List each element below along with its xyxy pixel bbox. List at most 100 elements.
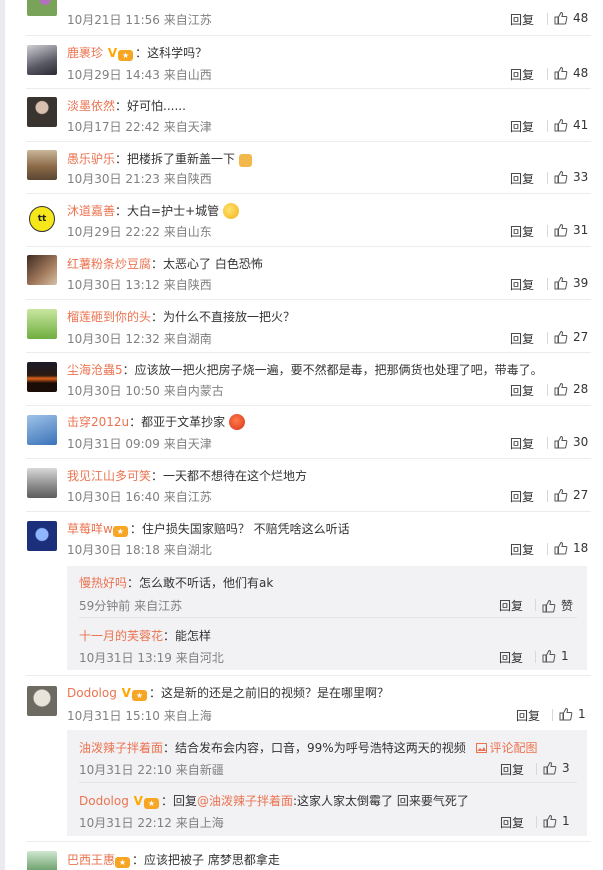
thumbs-up-icon bbox=[554, 435, 568, 449]
vip-icon: ★ bbox=[143, 798, 159, 809]
like-button[interactable]: 27 bbox=[554, 330, 588, 344]
avatar[interactable] bbox=[27, 97, 57, 127]
reply-button[interactable]: 回复 bbox=[510, 541, 534, 558]
username[interactable]: 淡墨依然 bbox=[67, 99, 115, 113]
like-button[interactable]: 3 bbox=[543, 761, 570, 775]
avatar[interactable] bbox=[27, 415, 57, 445]
comment-meta: 10月21日 11:56 来自江苏 bbox=[67, 13, 212, 27]
reply-button[interactable]: 回复 bbox=[510, 66, 534, 83]
comment-text: ：为什么不直接放一把火？ bbox=[151, 310, 296, 324]
comment-text: ：住户损失国家赔吗？ 不赔凭啥这么听话 bbox=[129, 522, 350, 536]
username[interactable]: 尘海沧蟲5 bbox=[67, 363, 123, 377]
comment-meta: 10月17日 22:42 来自天津 bbox=[67, 120, 212, 134]
comment-text: ：应该把被子 席梦思都拿走 bbox=[132, 853, 280, 867]
reply-button[interactable]: 回复 bbox=[510, 382, 534, 399]
reply-text: :这家人家太倒霉了 回来要气死了 bbox=[293, 794, 469, 808]
username[interactable]: 榴莲砸到你的头 bbox=[67, 310, 151, 324]
avatar[interactable] bbox=[27, 0, 57, 16]
like-count: 48 bbox=[573, 66, 589, 80]
like-button[interactable]: 18 bbox=[554, 541, 588, 555]
username[interactable]: 击穿2012u bbox=[67, 415, 129, 429]
like-button[interactable]: 30 bbox=[554, 435, 588, 449]
username[interactable]: 十一月的芙蓉花 bbox=[79, 629, 163, 643]
reply-button[interactable]: 回复 bbox=[510, 276, 534, 293]
avatar[interactable]: tt bbox=[27, 204, 57, 234]
comment-meta: 10月29日 14:43 来自山西 bbox=[67, 68, 212, 82]
avatar[interactable] bbox=[27, 255, 57, 285]
like-button[interactable]: 48 bbox=[554, 11, 588, 25]
username[interactable]: 鹿裹珍 bbox=[67, 46, 103, 60]
reply-button[interactable]: 回复 bbox=[516, 707, 540, 724]
comment-item: 10月21日 11:56 来自江苏 回复 48 bbox=[26, 0, 591, 36]
reply-button[interactable]: 回复 bbox=[510, 223, 534, 240]
reply-meta: 10月31日 13:19 来自河北 bbox=[79, 651, 224, 665]
like-count: 1 bbox=[561, 649, 569, 663]
like-count: 3 bbox=[562, 761, 570, 775]
smirk-emoji-icon bbox=[222, 203, 239, 219]
like-count: 18 bbox=[573, 541, 589, 555]
comment-text: ：一天都不想待在这个烂地方 bbox=[151, 469, 308, 483]
like-count: 27 bbox=[573, 488, 589, 502]
like-button[interactable]: 1 bbox=[543, 814, 570, 828]
like-button[interactable]: 27 bbox=[554, 488, 588, 502]
reply-item: 油泼辣子拌着面：结合发布会内容，口音，99%为呼号浩特这两天的视频 评论配图 1… bbox=[79, 730, 577, 783]
avatar[interactable] bbox=[27, 468, 57, 498]
verified-icon: V bbox=[107, 46, 118, 60]
username[interactable]: Dodolog bbox=[67, 686, 117, 700]
username[interactable]: 我见江山多可笑 bbox=[67, 469, 151, 483]
like-count: 27 bbox=[573, 330, 589, 344]
reply-button[interactable]: 回复 bbox=[510, 170, 534, 187]
like-button[interactable]: 28 bbox=[554, 382, 588, 396]
comment-text: ：太恶心了 白色恐怖 bbox=[151, 257, 263, 271]
avatar[interactable] bbox=[27, 851, 57, 870]
like-button[interactable]: 33 bbox=[554, 170, 588, 184]
thumbs-up-icon bbox=[554, 488, 568, 502]
avatar[interactable] bbox=[27, 521, 57, 551]
reply-button[interactable]: 回复 bbox=[510, 330, 534, 347]
reply-button[interactable]: 回复 bbox=[499, 597, 523, 614]
comment-meta: 10月31日 09:09 来自天津 bbox=[67, 437, 212, 451]
avatar[interactable] bbox=[27, 362, 57, 392]
like-count: 39 bbox=[573, 276, 589, 290]
comment-item: 红薯粉条炒豆腐：太恶心了 白色恐怖 10月30日 13:12 来自陕西 回复 3… bbox=[26, 247, 591, 300]
like-button[interactable]: 41 bbox=[554, 118, 588, 132]
reply-button[interactable]: 回复 bbox=[500, 814, 524, 831]
like-count: 30 bbox=[573, 435, 589, 449]
reply-button[interactable]: 回复 bbox=[510, 11, 534, 28]
like-count: 48 bbox=[573, 11, 589, 25]
praying-hands-icon bbox=[238, 154, 252, 167]
like-button[interactable]: 1 bbox=[559, 707, 586, 721]
username[interactable]: 油泼辣子拌着面 bbox=[79, 741, 163, 755]
image-icon bbox=[475, 743, 487, 753]
username[interactable]: Dodolog bbox=[79, 794, 129, 808]
reply-button[interactable]: 回复 bbox=[499, 649, 523, 666]
reply-button[interactable]: 回复 bbox=[500, 761, 524, 778]
comment-meta: 10月31日 15:10 来自上海 bbox=[67, 709, 212, 723]
reply-button[interactable]: 回复 bbox=[510, 118, 534, 135]
comment-meta: 10月30日 18:18 来自湖北 bbox=[67, 543, 212, 557]
like-button[interactable]: 39 bbox=[554, 276, 588, 290]
comment-text: ：应该放一把火把房子烧一遍，要不然都是毒，把那俩货也处理了吧，带毒了。 bbox=[122, 363, 543, 377]
thumbs-up-icon bbox=[554, 541, 568, 555]
comment-image-link[interactable]: 评论配图 bbox=[475, 741, 538, 755]
reply-button[interactable]: 回复 bbox=[510, 488, 534, 505]
reply-button[interactable]: 回复 bbox=[510, 435, 534, 452]
avatar[interactable] bbox=[27, 686, 57, 716]
username[interactable]: 红薯粉条炒豆腐 bbox=[67, 257, 151, 271]
like-button[interactable]: 48 bbox=[554, 66, 588, 80]
username[interactable]: 沐道嘉善 bbox=[67, 204, 115, 218]
mention-link[interactable]: @油泼辣子拌着面 bbox=[197, 794, 293, 808]
avatar[interactable] bbox=[27, 150, 57, 180]
like-button[interactable]: 1 bbox=[542, 649, 569, 663]
like-count: 28 bbox=[573, 382, 589, 396]
username[interactable]: 慢热好吗 bbox=[79, 576, 127, 590]
like-button[interactable]: 31 bbox=[554, 223, 588, 237]
username[interactable]: 愚乐驴乐 bbox=[67, 152, 115, 166]
username[interactable]: 草莓咩w bbox=[67, 522, 113, 536]
username[interactable]: 巴西王惠 bbox=[67, 853, 115, 867]
avatar[interactable] bbox=[27, 45, 57, 75]
vip-icon: ★ bbox=[131, 690, 147, 701]
avatar[interactable] bbox=[27, 309, 57, 339]
reply-text: ：结合发布会内容，口音，99%为呼号浩特这两天的视频 bbox=[163, 741, 466, 755]
like-button[interactable]: 赞 bbox=[542, 597, 573, 614]
